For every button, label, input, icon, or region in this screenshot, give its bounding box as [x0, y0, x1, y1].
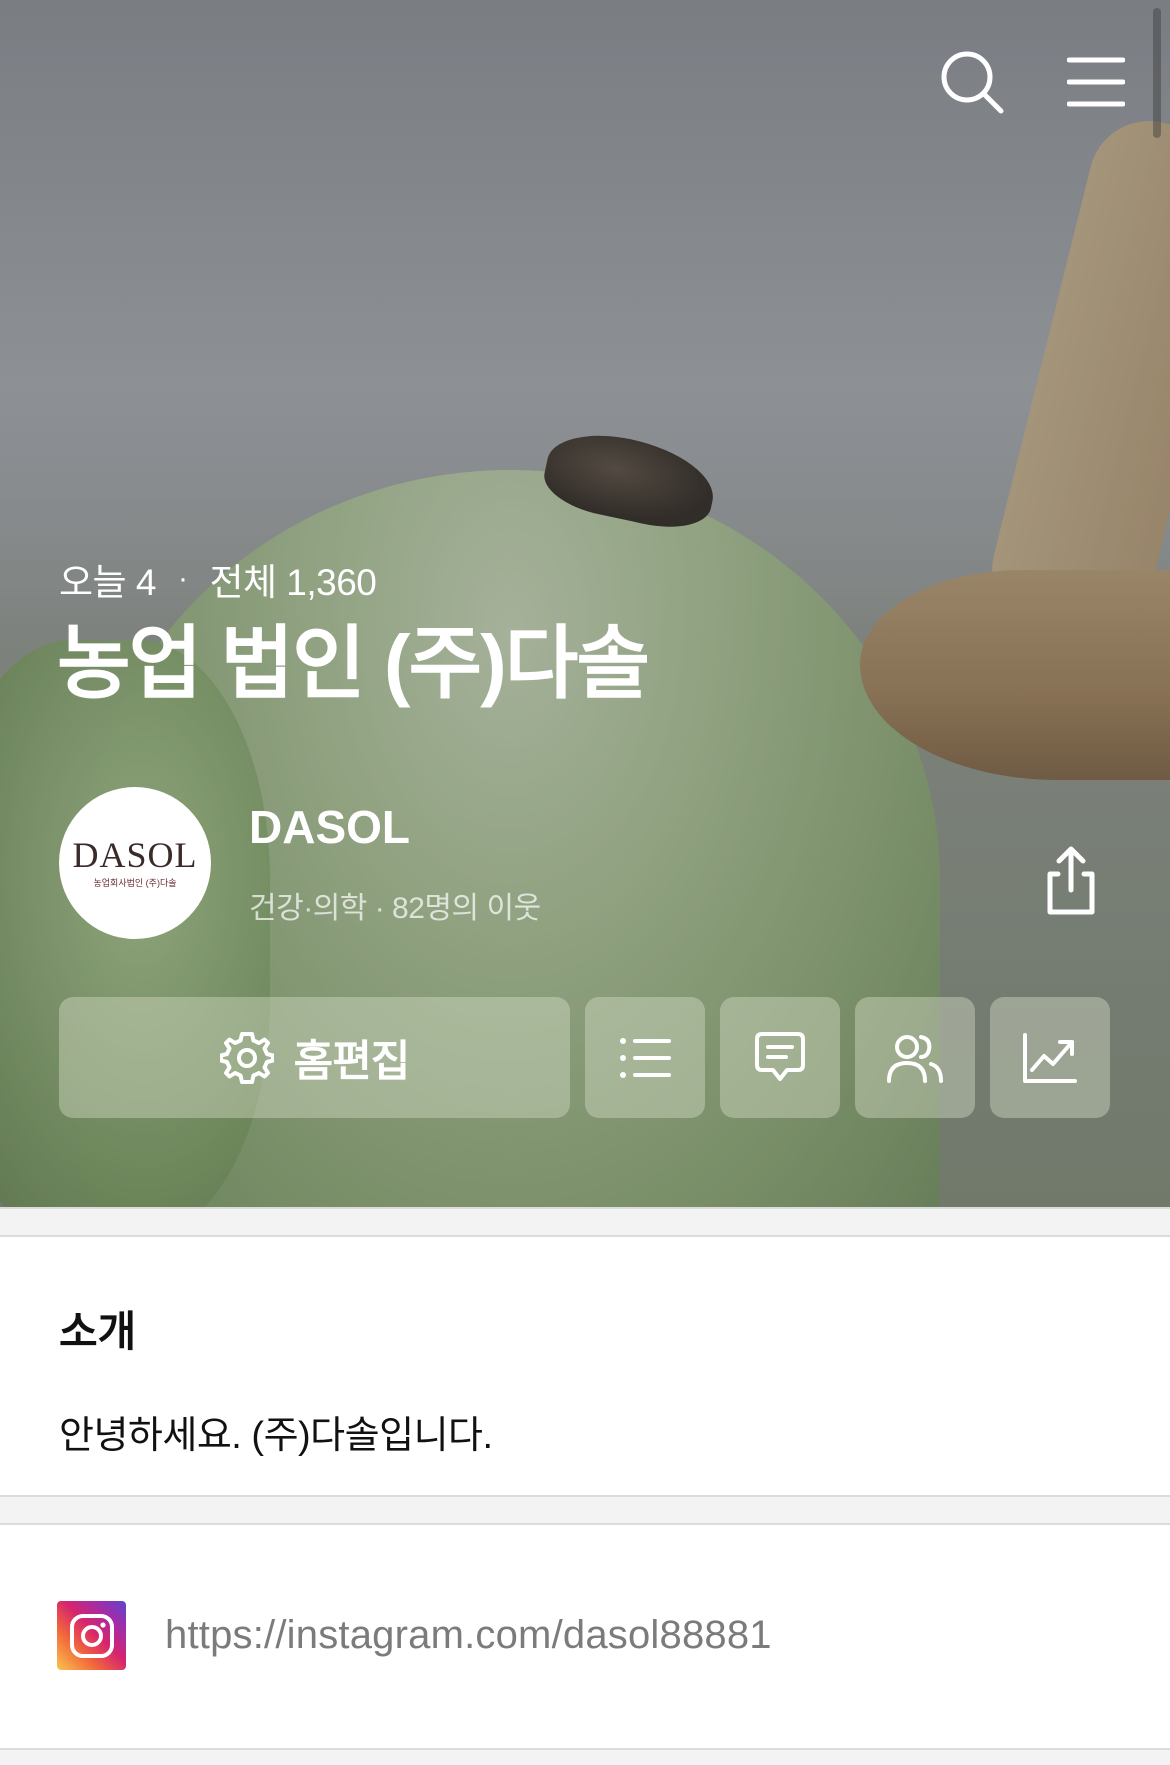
visits-separator: · — [177, 562, 188, 595]
list-icon — [620, 1037, 671, 1078]
stats-button[interactable] — [990, 997, 1110, 1118]
home-edit-button[interactable]: 홈편집 — [59, 997, 570, 1118]
action-bar: 홈편집 — [59, 997, 1110, 1118]
comments-button[interactable] — [720, 997, 840, 1118]
section-divider — [0, 1495, 1170, 1525]
gear-icon — [219, 1031, 274, 1084]
blog-nickname[interactable]: DASOL — [249, 800, 410, 854]
neighbors-button[interactable] — [855, 997, 975, 1118]
instagram-link[interactable]: https://instagram.com/dasol88881 — [165, 1613, 772, 1658]
search-button[interactable] — [934, 44, 1010, 120]
blog-meta: 건강·의학 · 82명의 이웃 — [249, 892, 541, 925]
instagram-icon[interactable] — [57, 1601, 126, 1670]
avatar[interactable]: DASOL 농업회사법인 (주)다솔 — [59, 787, 211, 939]
visits-today: 오늘 4 — [59, 562, 156, 603]
stats-icon — [1023, 1032, 1077, 1083]
home-edit-label: 홈편집 — [293, 1037, 411, 1086]
visits-total: 전체 1,360 — [209, 562, 377, 603]
neighbors-icon — [887, 1034, 943, 1083]
scrollbar[interactable] — [1153, 8, 1161, 138]
post-list-button[interactable] — [585, 997, 705, 1118]
avatar-logo-subtext: 농업회사법인 (주)다솔 — [93, 878, 177, 888]
share-icon — [1047, 846, 1095, 915]
share-button[interactable] — [1033, 838, 1109, 924]
search-icon — [941, 51, 1004, 114]
hamburger-menu-icon — [1067, 57, 1125, 107]
blog-title: 농업 법인 (주)다솔 — [57, 619, 650, 708]
section-divider — [0, 1748, 1170, 1765]
menu-button[interactable] — [1058, 44, 1134, 120]
instagram-glyph — [69, 1613, 114, 1658]
intro-heading: 소개 — [59, 1308, 137, 1355]
comment-icon — [755, 1031, 805, 1081]
visit-counter: 오늘 4 · 전체 1,360 — [59, 552, 377, 606]
avatar-logo-text: DASOL — [72, 835, 198, 875]
section-divider — [0, 1207, 1170, 1237]
intro-text: 안녕하세요. (주)다솔입니다. — [59, 1415, 493, 1457]
